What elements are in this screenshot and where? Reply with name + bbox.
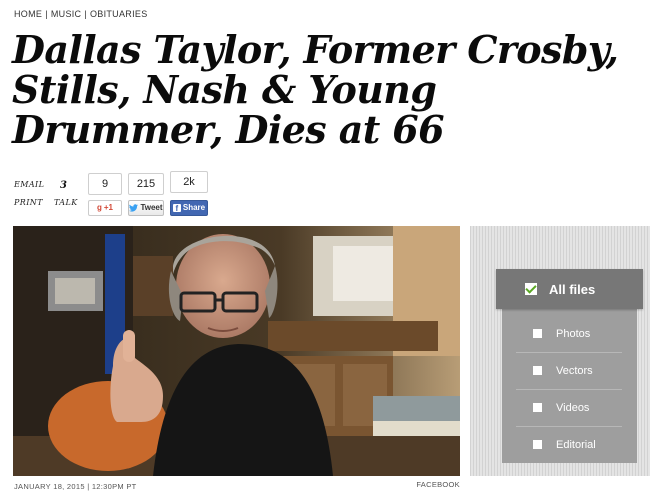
checked-checkbox-icon[interactable] bbox=[525, 283, 537, 295]
gplus-icon: g bbox=[96, 203, 102, 212]
tweet-button[interactable]: Tweet bbox=[128, 200, 164, 216]
filter-all-files[interactable]: All files bbox=[496, 269, 643, 309]
email-link[interactable]: EMAIL bbox=[14, 180, 44, 189]
twitter-bird-icon bbox=[129, 204, 139, 212]
filter-option-label: Videos bbox=[556, 401, 590, 414]
breadcrumb-music-link[interactable]: MUSIC bbox=[51, 9, 82, 19]
talk-link[interactable]: TALK bbox=[54, 198, 78, 207]
talk-count[interactable]: 3 bbox=[60, 180, 67, 191]
filter-option-editorial[interactable]: Editorial bbox=[516, 426, 622, 463]
filter-option-vectors[interactable]: Vectors bbox=[516, 352, 622, 390]
breadcrumb-separator: | bbox=[45, 9, 48, 19]
breadcrumb-obituaries-link[interactable]: OBITUARIES bbox=[90, 9, 148, 19]
checkbox-icon[interactable] bbox=[533, 440, 542, 449]
gplus-button-label: +1 bbox=[103, 203, 113, 212]
file-filter-panel: All files Photos Vectors Videos Editoria… bbox=[470, 226, 650, 476]
filter-all-files-label: All files bbox=[549, 281, 596, 297]
breadcrumb: HOME | MUSIC | OBITUARIES bbox=[14, 9, 148, 19]
article-headline: Dallas Taylor, Former Crosby, Stills, Na… bbox=[12, 27, 619, 152]
facebook-share-button[interactable]: f Share bbox=[170, 200, 208, 216]
file-filter-box: All files Photos Vectors Videos Editoria… bbox=[496, 269, 643, 463]
filter-option-videos[interactable]: Videos bbox=[516, 389, 622, 427]
article-image bbox=[13, 226, 460, 476]
filter-option-label: Photos bbox=[556, 327, 591, 340]
share-bar: EMAIL PRINT 3 TALK 9 215 2k g +1 Tweet f… bbox=[14, 170, 314, 218]
photo-date: JANUARY 18, 2015 | 12:30PM PT bbox=[14, 482, 137, 491]
breadcrumb-home-link[interactable]: HOME bbox=[14, 9, 42, 19]
filter-option-label: Vectors bbox=[556, 364, 593, 377]
facebook-icon: f bbox=[172, 204, 181, 213]
article-photo bbox=[13, 226, 460, 476]
gplus-button[interactable]: g +1 bbox=[88, 200, 122, 216]
facebook-share-label: Share bbox=[182, 203, 206, 212]
filter-option-label: Editorial bbox=[556, 438, 596, 451]
print-link[interactable]: PRINT bbox=[14, 198, 43, 207]
breadcrumb-separator: | bbox=[84, 9, 87, 19]
facebook-count: 2k bbox=[170, 171, 208, 193]
checkbox-icon[interactable] bbox=[533, 403, 542, 412]
filter-option-photos[interactable]: Photos bbox=[516, 315, 622, 353]
checkbox-icon[interactable] bbox=[533, 329, 542, 338]
photo-credit: FACEBOOK bbox=[416, 480, 460, 489]
tweet-count: 215 bbox=[128, 173, 164, 195]
tweet-button-label: Tweet bbox=[140, 203, 163, 212]
gplus-count: 9 bbox=[88, 173, 122, 195]
checkbox-icon[interactable] bbox=[533, 366, 542, 375]
